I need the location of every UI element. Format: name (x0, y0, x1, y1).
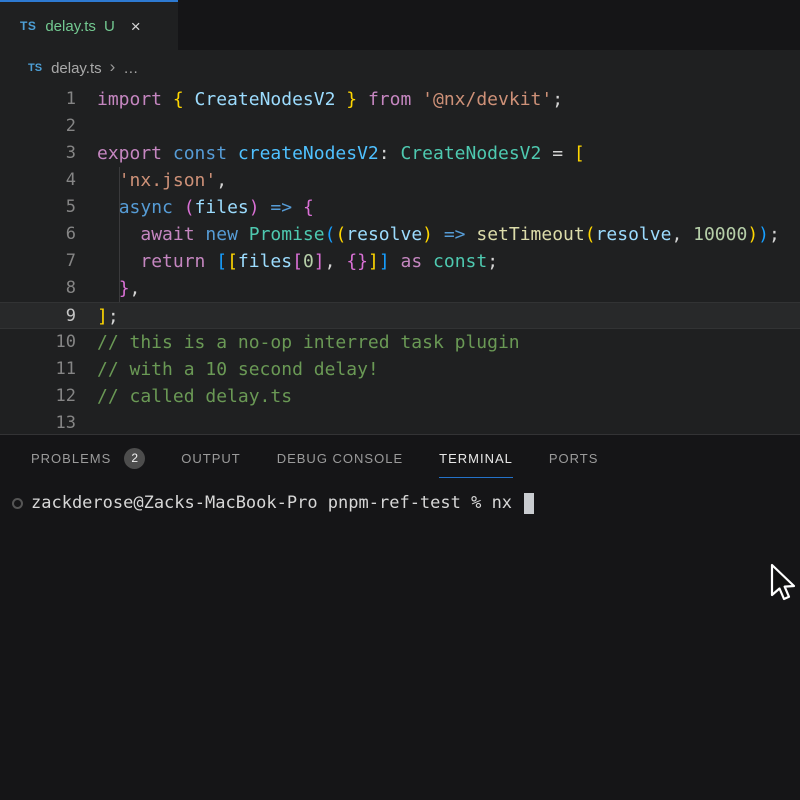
panel-tab-label: PROBLEMS (31, 438, 111, 478)
line-number[interactable]: 3 (0, 140, 76, 167)
line-number[interactable]: 7 (0, 248, 76, 275)
vscode-window: TS delay.ts U × TS delay.ts › … 1 import … (0, 0, 800, 800)
tab-delay-ts[interactable]: TS delay.ts U × (0, 0, 178, 50)
panel-tab-output[interactable]: OUTPUT (181, 435, 240, 481)
code-line[interactable]: 8 }, (0, 275, 800, 302)
line-number[interactable]: 11 (0, 356, 76, 383)
code-text: export const createNodesV2: CreateNodesV… (97, 140, 585, 167)
line-number[interactable]: 6 (0, 221, 76, 248)
code-line[interactable]: 6 await new Promise((resolve) => setTime… (0, 221, 800, 248)
close-icon[interactable]: × (131, 18, 141, 35)
code-line[interactable]: 1 import { CreateNodesV2 } from '@nx/devk… (0, 86, 800, 113)
code-text: ]; (97, 303, 119, 328)
line-number[interactable]: 13 (0, 410, 76, 434)
code-text: }, (97, 275, 140, 302)
panel-tab-problems[interactable]: PROBLEMS 2 (31, 435, 145, 481)
tab-title: delay.ts (45, 18, 96, 35)
git-untracked-badge: U (104, 18, 115, 35)
code-text: await new Promise((resolve) => setTimeou… (97, 221, 780, 248)
code-text: return [[files[0], {}]] as const; (97, 248, 498, 275)
editor-tab-bar: TS delay.ts U × (0, 0, 800, 50)
code-line[interactable]: 10 // this is a no-op interred task plugi… (0, 329, 800, 356)
code-line[interactable]: 3 export const createNodesV2: CreateNodes… (0, 140, 800, 167)
panel-tab-terminal[interactable]: TERMINAL (439, 435, 513, 481)
code-line[interactable]: 12 // called delay.ts (0, 383, 800, 410)
code-text: // with a 10 second delay! (97, 356, 379, 383)
line-number[interactable]: 12 (0, 383, 76, 410)
line-number[interactable]: 8 (0, 275, 76, 302)
line-number[interactable]: 4 (0, 167, 76, 194)
code-line[interactable]: 11 // with a 10 second delay! (0, 356, 800, 383)
code-editor[interactable]: 1 import { CreateNodesV2 } from '@nx/devk… (0, 86, 800, 434)
code-line[interactable]: 2 (0, 113, 800, 140)
panel-tab-ports[interactable]: PORTS (549, 435, 599, 481)
line-number[interactable]: 1 (0, 86, 76, 113)
problems-count-badge: 2 (124, 448, 145, 469)
panel-tab-label: DEBUG CONSOLE (277, 438, 403, 478)
breadcrumb-file[interactable]: delay.ts (51, 60, 102, 77)
code-text: import { CreateNodesV2 } from '@nx/devki… (97, 86, 563, 113)
typescript-file-icon: TS (20, 19, 36, 33)
breadcrumb: TS delay.ts › … (0, 50, 800, 86)
bottom-panel: PROBLEMS 2 OUTPUT DEBUG CONSOLE TERMINAL PORT… (0, 434, 800, 800)
code-line[interactable]: 13 (0, 410, 800, 434)
code-line[interactable]: 4 'nx.json', (0, 167, 800, 194)
line-number[interactable]: 9 (0, 303, 76, 328)
panel-tab-label: PORTS (549, 438, 599, 478)
command-decoration-icon (12, 498, 23, 509)
panel-tab-label: OUTPUT (181, 438, 240, 478)
code-text: async (files) => { (97, 194, 314, 221)
code-text: // this is a no-op interred task plugin (97, 329, 520, 356)
code-line[interactable]: 9]; (0, 302, 800, 329)
code-line[interactable]: 5 async (files) => { (0, 194, 800, 221)
line-number[interactable]: 10 (0, 329, 76, 356)
code-text: // called delay.ts (97, 383, 292, 410)
terminal-cursor (524, 493, 534, 514)
terminal-prompt: zackderose@Zacks-MacBook-Pro pnpm-ref-te… (31, 493, 522, 513)
terminal[interactable]: zackderose@Zacks-MacBook-Pro pnpm-ref-te… (12, 491, 800, 515)
typescript-file-icon: TS (28, 62, 42, 74)
code-text: 'nx.json', (97, 167, 227, 194)
line-number[interactable]: 5 (0, 194, 76, 221)
panel-tab-bar: PROBLEMS 2 OUTPUT DEBUG CONSOLE TERMINAL PORT… (0, 435, 800, 481)
breadcrumb-ellipsis[interactable]: … (123, 60, 139, 77)
chevron-right-icon: › (110, 57, 116, 77)
line-number[interactable]: 2 (0, 113, 76, 140)
code-line[interactable]: 7 return [[files[0], {}]] as const; (0, 248, 800, 275)
panel-tab-debug-console[interactable]: DEBUG CONSOLE (277, 435, 403, 481)
panel-tab-label: TERMINAL (439, 438, 513, 478)
